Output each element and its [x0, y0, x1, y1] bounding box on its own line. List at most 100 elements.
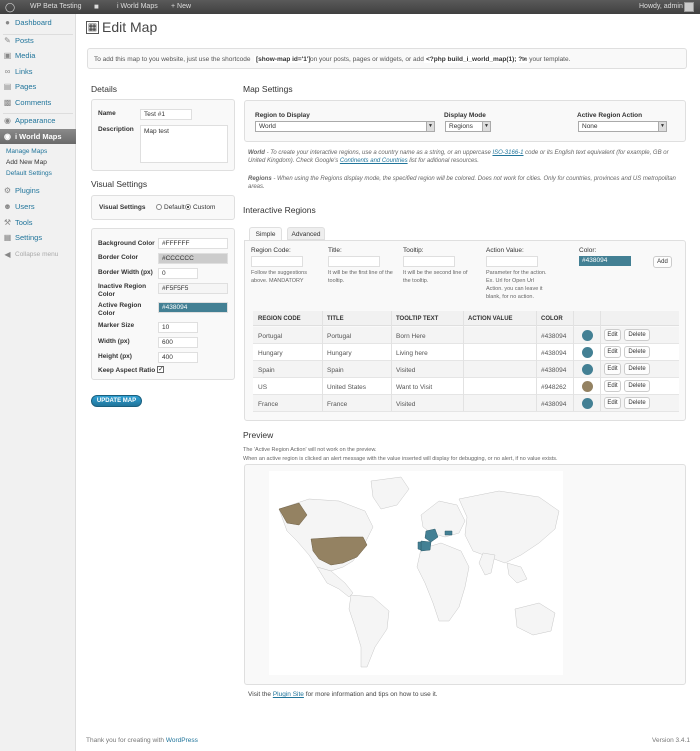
chevron-down-icon: ▼ [658, 122, 666, 131]
column-divider [600, 311, 601, 411]
central-america-region [316, 566, 354, 598]
menu-tools[interactable]: ⚒ Tools [0, 215, 76, 230]
action-value-input[interactable] [486, 256, 538, 267]
avatar[interactable] [684, 2, 694, 12]
menu-label: Pages [15, 82, 37, 91]
iso-link[interactable]: ISO-3166-1 [492, 150, 523, 156]
menu-appearance[interactable]: ◉ Appearance [0, 113, 76, 128]
color-swatch [582, 381, 593, 392]
menu-plugins[interactable]: ⚙ Plugins [0, 183, 76, 198]
menu-comments[interactable]: ▩ Comments [0, 95, 76, 110]
new-content-link[interactable]: + New [171, 0, 191, 14]
details-box: Name Test #1 Description Map test [91, 99, 235, 171]
wordpress-link[interactable]: WordPress [166, 737, 198, 744]
edit-button[interactable]: Edit [604, 363, 621, 375]
menu-users[interactable]: ☻ Users [0, 199, 76, 214]
delete-button[interactable]: Delete [624, 329, 650, 341]
menu-dashboard[interactable]: ● Dashboard [0, 15, 76, 30]
region-code-input[interactable] [251, 256, 303, 267]
aspect-ratio-checkbox[interactable]: ✓ [157, 366, 164, 373]
color-swatch [582, 364, 593, 375]
plugins-icon: ⚙ [3, 186, 12, 195]
plugin-link[interactable]: i World Maps [117, 0, 158, 14]
preview-note: When an active region is clicked an aler… [243, 456, 558, 462]
menu-label: Tools [15, 218, 33, 227]
settings-icon: ▦ [3, 233, 12, 242]
name-input[interactable]: Test #1 [140, 109, 192, 120]
shortcode-text: [show-map id='1'] [254, 56, 313, 63]
footer-version: Version 3.4.1 [652, 737, 690, 744]
name-label: Name [98, 110, 116, 117]
radio-custom[interactable] [185, 204, 191, 210]
width-input[interactable]: 600 [158, 337, 198, 348]
height-input[interactable]: 400 [158, 352, 198, 363]
tab-simple[interactable]: Simple [249, 227, 282, 240]
border-width-input[interactable]: 0 [158, 268, 198, 279]
edit-button[interactable]: Edit [604, 380, 621, 392]
cell-title: United States [327, 384, 367, 391]
menu-pages[interactable]: ▤ Pages [0, 79, 76, 94]
menu-label: Appearance [15, 116, 56, 125]
world-note-text: list for aditional resources. [409, 158, 479, 164]
visual-settings-heading: Visual Settings [91, 179, 148, 189]
column-header: REGION CODE [258, 316, 301, 322]
background-color-input[interactable]: #FFFFFF [158, 238, 228, 249]
column-header: TITLE [327, 316, 344, 322]
new-label: New [177, 3, 192, 10]
cell-title: France [327, 401, 348, 408]
table-row: Portugal Portugal Born Here #438094 Edit Dele… [253, 327, 679, 344]
collapse-menu[interactable]: ◀ Collapse menu [0, 247, 76, 262]
map-icon: ▦ [86, 21, 99, 34]
cell-tooltip: Born Here [396, 333, 426, 340]
delete-button[interactable]: Delete [624, 346, 650, 358]
radio-default[interactable] [156, 204, 162, 210]
width-label: Width (px) [98, 338, 130, 345]
menu-links[interactable]: ∞ Links [0, 64, 76, 79]
submenu-manage-maps[interactable]: Manage Maps [6, 148, 47, 155]
tooltip-input[interactable] [403, 256, 455, 267]
asia-region [458, 490, 560, 564]
howdy-link[interactable]: Howdy, admin [639, 0, 683, 14]
border-color-label: Border Color [98, 254, 139, 261]
portugal-region [417, 541, 422, 551]
description-textarea[interactable]: Map test [140, 125, 228, 163]
inactive-color-input[interactable]: #F5F5F5 [158, 283, 228, 294]
tooltip-hint: It will be the second line of the toolti… [403, 270, 468, 284]
update-map-button[interactable]: UPDATE MAP [91, 395, 142, 407]
cell-code: Hungary [258, 350, 283, 357]
delete-button[interactable]: Delete [624, 363, 650, 375]
continents-link[interactable]: Continents and Countries [340, 158, 408, 164]
menu-settings[interactable]: ▦ Settings [0, 230, 76, 245]
tab-advanced[interactable]: Advanced [287, 227, 325, 240]
edit-button[interactable]: Edit [604, 346, 621, 358]
southeast-asia-region [506, 562, 528, 584]
add-region-button[interactable]: Add [653, 256, 672, 268]
edit-button[interactable]: Edit [604, 329, 621, 341]
map-settings-heading: Map Settings [243, 84, 293, 94]
color-input[interactable]: #438094 [579, 256, 631, 266]
menu-i-world-maps[interactable]: ◉ i World Maps [0, 129, 76, 144]
preview-note: The 'Active Region Action' will not work… [243, 447, 377, 453]
plugin-site-link[interactable]: Plugin Site [273, 691, 304, 698]
marker-size-input[interactable]: 10 [158, 322, 198, 333]
submenu-add-new-map[interactable]: Add New Map [6, 159, 47, 166]
cell-code: US [258, 384, 268, 391]
submenu-default-settings[interactable]: Default Settings [6, 170, 52, 177]
border-color-input[interactable]: #CCCCCC [158, 253, 228, 264]
active-color-input[interactable]: #438094 [158, 302, 228, 313]
comments-icon[interactable]: ■ [94, 0, 99, 14]
edit-button[interactable]: Edit [604, 397, 621, 409]
menu-media[interactable]: ▣ Media [0, 48, 76, 63]
delete-button[interactable]: Delete [624, 397, 650, 409]
region-action-select[interactable]: None ▼ [578, 121, 667, 132]
title-input[interactable] [328, 256, 380, 267]
tools-icon: ⚒ [3, 218, 12, 227]
delete-button[interactable]: Delete [624, 380, 650, 392]
display-mode-select[interactable]: Regions ▼ [445, 121, 491, 132]
wordpress-logo-icon[interactable]: ◯ [5, 0, 15, 14]
region-select[interactable]: World ▼ [255, 121, 435, 132]
menu-posts[interactable]: ✎ Posts [0, 33, 76, 48]
collapse-icon: ◀ [4, 250, 11, 259]
footer: Thank you for creating with WordPress Ve… [86, 737, 690, 744]
site-name-link[interactable]: WP Beta Testing [30, 0, 82, 14]
